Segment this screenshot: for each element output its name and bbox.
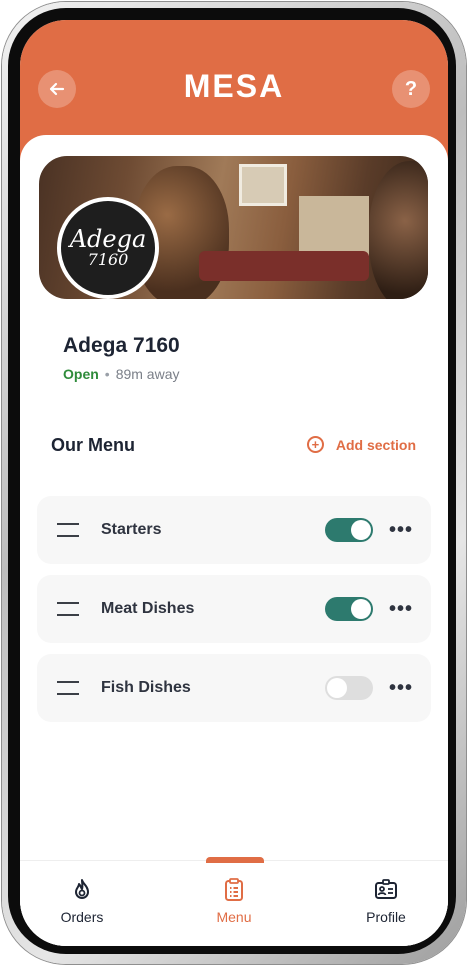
restaurant-logo: Adega 7160 [57, 197, 159, 299]
tab-orders[interactable]: Orders [32, 877, 132, 925]
section-visibility-toggle[interactable] [324, 597, 373, 621]
separator-dot: • [104, 366, 110, 382]
restaurant-logo-line1: Adega [69, 225, 147, 253]
menu-section-label: Starters [101, 521, 162, 538]
tab-profile-label: Profile [366, 909, 406, 925]
section-visibility-toggle[interactable] [324, 676, 373, 700]
distance-text: 89m away [115, 366, 180, 382]
plus-circle-icon: + [306, 436, 324, 453]
menu-section-label: Meat Dishes [101, 600, 195, 617]
menu-section-item[interactable]: Starters ••• [37, 496, 431, 564]
menu-section-item[interactable]: Fish Dishes ••• [37, 654, 431, 722]
add-section-label: Add section [335, 436, 416, 453]
open-status-badge: Open [63, 366, 99, 382]
tab-orders-label: Orders [60, 909, 104, 925]
clipboard-list-icon [225, 878, 243, 901]
restaurant-logo-line2: 7160 [87, 250, 129, 269]
app-logo: MESA [183, 68, 285, 104]
more-options-icon[interactable]: ••• [389, 677, 413, 700]
app-screen: MESA ? Adega 7160 Adega 7160 Open • 89m aw… [20, 20, 448, 946]
menu-section-label: Fish Dishes [101, 679, 191, 696]
restaurant-status: Open • 89m away [63, 366, 180, 382]
id-card-icon [375, 879, 397, 899]
help-button[interactable]: ? [392, 70, 430, 108]
restaurant-name: Adega 7160 [63, 334, 180, 357]
add-section-button[interactable]: + Add section [306, 436, 416, 453]
tab-profile[interactable]: Profile [336, 877, 436, 925]
drag-handle-icon[interactable] [57, 523, 79, 537]
active-tab-indicator [206, 857, 264, 863]
more-options-icon[interactable]: ••• [389, 519, 413, 542]
menu-section-item[interactable]: Meat Dishes ••• [37, 575, 431, 643]
menu-title: Our Menu [51, 435, 135, 455]
drag-handle-icon[interactable] [57, 602, 79, 616]
section-visibility-toggle[interactable] [324, 518, 373, 542]
drag-handle-icon[interactable] [57, 681, 79, 695]
main-content: Adega 7160 Adega 7160 Open • 89m away Our … [20, 135, 448, 946]
flame-icon [75, 879, 89, 899]
tab-menu[interactable]: Menu [184, 877, 284, 925]
bottom-tab-bar: Orders Menu Profile [20, 857, 448, 946]
more-options-icon[interactable]: ••• [389, 598, 413, 621]
tab-menu-label: Menu [216, 909, 252, 925]
